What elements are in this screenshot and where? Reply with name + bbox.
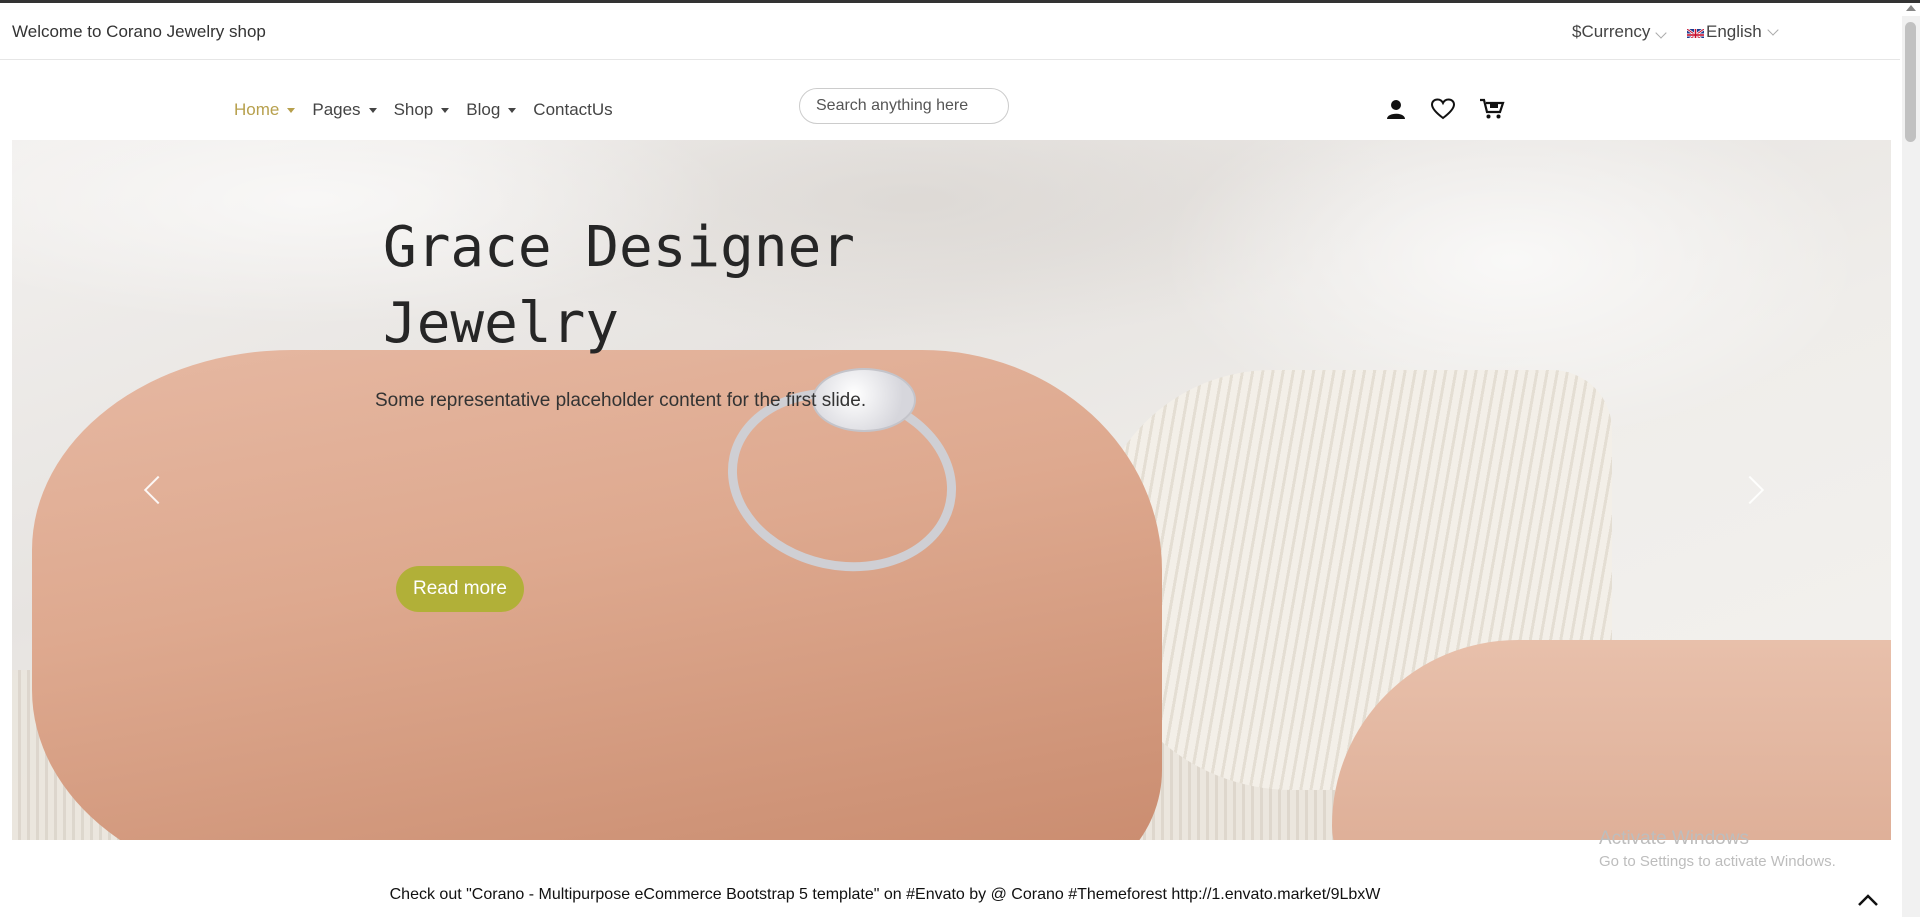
nav-item-label: ContactUs (533, 100, 613, 119)
header-icons (1385, 98, 1505, 120)
chevron-down-icon (1655, 27, 1668, 39)
hero-subtitle: Some representative placeholder content … (375, 390, 867, 411)
nav-item-contactus[interactable]: ContactUs (533, 100, 612, 120)
scroll-up-icon[interactable] (1906, 5, 1916, 11)
windows-activation-text: Go to Settings to activate Windows. (1599, 853, 1836, 870)
language-label: English (1706, 22, 1762, 41)
language-dropdown[interactable]: English (1687, 22, 1779, 42)
hero-title: Grace Designer Jewelry (383, 215, 856, 356)
welcome-text: Welcome to Corano Jewelry shop (12, 22, 266, 41)
nav-item-home[interactable]: Home (234, 100, 296, 120)
heart-icon[interactable] (1431, 98, 1455, 120)
nav-item-blog[interactable]: Blog (466, 100, 517, 120)
currency-dropdown[interactable]: $Currency (1572, 22, 1668, 42)
currency-label: $Currency (1572, 22, 1651, 41)
read-more-button[interactable]: Read more (396, 566, 524, 612)
nav-item-pages[interactable]: Pages (312, 100, 377, 120)
envato-promo-text: Check out "Corano - Multipurpose eCommer… (0, 886, 1920, 904)
envato-promo-label: Check out "Corano - Multipurpose eCommer… (389, 886, 1381, 903)
back-to-top-icon[interactable] (1856, 888, 1880, 912)
hero-hand (32, 350, 1162, 840)
caret-down-icon (441, 107, 450, 113)
hero-caption: Grace Designer Jewelry Some representati… (375, 210, 943, 412)
windows-activation-title: Activate Windows (1599, 828, 1749, 849)
nav-item-shop[interactable]: Shop (394, 100, 450, 120)
search-input[interactable] (799, 88, 1009, 124)
caret-down-icon (508, 107, 517, 113)
nav-item-label: Blog (466, 100, 501, 119)
uk-flag-icon (1687, 26, 1704, 38)
main-nav: Home Pages Shop Blog ContactUs (234, 100, 630, 120)
hero-carousel (12, 140, 1891, 840)
chevron-down-icon (1767, 23, 1779, 36)
nav-item-label: Shop (393, 100, 434, 119)
user-icon[interactable] (1385, 98, 1407, 120)
scrollbar-thumb[interactable] (1905, 22, 1916, 142)
cart-icon[interactable] (1479, 98, 1505, 120)
caret-down-icon (287, 107, 296, 113)
nav-item-label: Home (234, 100, 280, 119)
page-scrollbar[interactable] (1902, 16, 1920, 917)
nav-item-label: Pages (312, 100, 361, 119)
hero-second-hand (1332, 640, 1891, 840)
top-bar: Welcome to Corano Jewelry shop $Currency… (0, 3, 1900, 60)
caret-down-icon (368, 107, 377, 113)
